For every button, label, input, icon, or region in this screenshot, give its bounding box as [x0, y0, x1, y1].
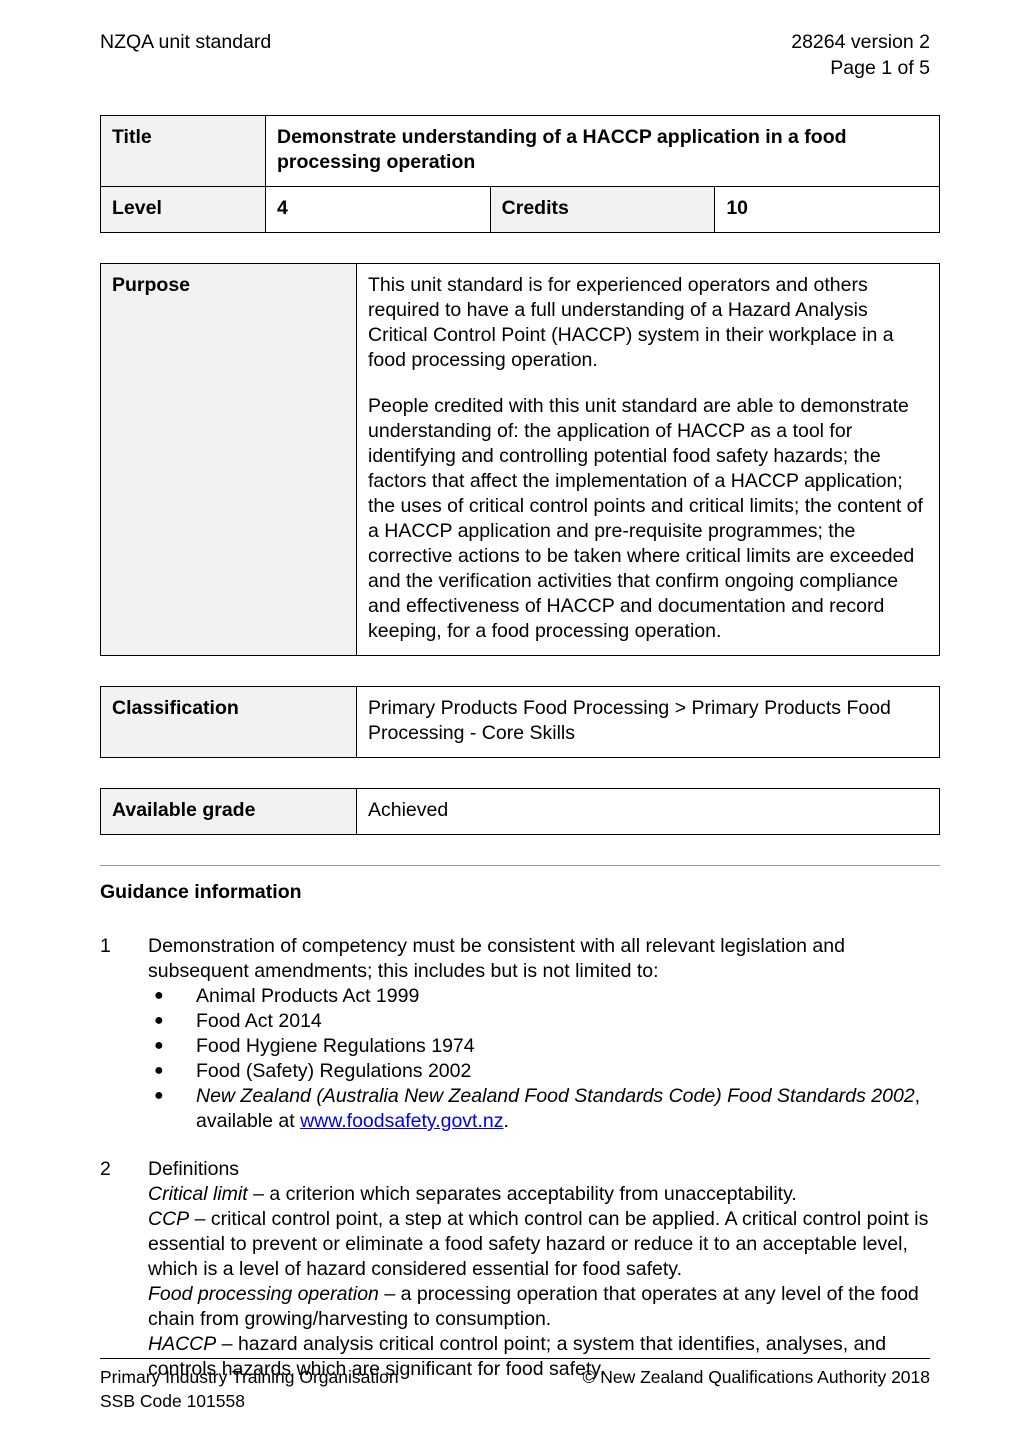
classification-label: Classification: [100, 685, 357, 758]
definitions-heading: Definitions: [148, 1158, 240, 1181]
bullet-icon: ●: [154, 1012, 164, 1030]
list-item: ● Animal Products Act 1999: [148, 984, 930, 1009]
guidance-item-1-number: 1: [100, 935, 111, 958]
purpose-paragraph-2: People credited with this unit standard …: [368, 395, 923, 642]
header-page-label: Page 1 of 5: [830, 56, 930, 79]
definition-term: Food processing operation: [148, 1282, 379, 1305]
list-item: ● Food Hygiene Regulations 1974: [148, 1034, 930, 1059]
guidance-item-2-number: 2: [100, 1158, 111, 1181]
footer-row: Primary Industry Training Organisation S…: [100, 1366, 930, 1413]
document-page: NZQA unit standard 28264 version 2 Page …: [0, 0, 1020, 1443]
footer-divider: [100, 1358, 930, 1360]
credits-value: 10: [714, 186, 940, 234]
list-item-label: Food (Safety) Regulations 2002: [196, 1060, 472, 1083]
standards-code-end: .: [503, 1110, 509, 1133]
legislation-list: ● Animal Products Act 1999 ● Food Act 20…: [148, 984, 930, 1134]
definition-text: – a criterion which separates acceptabil…: [247, 1183, 797, 1206]
definition-entry: Food processing operation – a processing…: [148, 1282, 930, 1332]
definition-term: Critical limit: [148, 1183, 248, 1206]
standards-code-title: New Zealand (Australia New Zealand Food …: [196, 1085, 915, 1108]
guidance-heading: Guidance information: [100, 880, 302, 903]
header-standard-id: 28264 version 2: [791, 31, 930, 53]
document-footer: Primary Industry Training Organisation S…: [100, 1358, 930, 1413]
definition-term: CCP: [148, 1208, 190, 1231]
level-label: Level: [100, 186, 266, 234]
list-item: ● Food (Safety) Regulations 2002: [148, 1059, 930, 1084]
table-row-classification: Classification Primary Products Food Pro…: [100, 685, 940, 758]
title-table: Title Demonstrate understanding of a HAC…: [100, 115, 940, 234]
header-left-text: NZQA unit standard: [100, 31, 272, 53]
footer-copyright: © New Zealand Qualifications Authority 2…: [582, 1367, 930, 1388]
purpose-value: This unit standard is for experienced op…: [356, 263, 940, 656]
table-row-title: Title Demonstrate understanding of a HAC…: [100, 115, 940, 188]
document-header: NZQA unit standard 28264 version 2 Page …: [100, 30, 930, 81]
guidance-item-2-body: Definitions Critical limit – a criterion…: [148, 1157, 930, 1382]
available-grade-value: Achieved: [356, 787, 940, 835]
bullet-icon: ●: [154, 1087, 164, 1105]
bullet-icon: ●: [154, 1037, 164, 1055]
footer-organisation: Primary Industry Training Organisation: [100, 1367, 399, 1388]
definition-text: – critical control point, a step at whic…: [148, 1208, 929, 1280]
guidance-item-1-body: Demonstration of competency must be cons…: [148, 934, 930, 1134]
header-right-block: 28264 version 2 Page 1 of 5: [791, 30, 930, 81]
list-item-label: Food Hygiene Regulations 1974: [196, 1035, 475, 1058]
table-row-purpose: Purpose This unit standard is for experi…: [100, 263, 940, 656]
level-value: 4: [265, 186, 491, 234]
definition-entry: Critical limit – a criterion which separ…: [148, 1182, 930, 1207]
guidance-item-1-text: Demonstration of competency must be cons…: [148, 935, 845, 983]
definition-entry: CCP – critical control point, a step at …: [148, 1207, 930, 1282]
list-item: ● Food Act 2014: [148, 1009, 930, 1034]
footer-left-block: Primary Industry Training Organisation S…: [100, 1366, 399, 1413]
title-value: Demonstrate understanding of a HACCP app…: [265, 115, 940, 188]
footer-ssb-code: SSB Code 101558: [100, 1390, 245, 1411]
list-item-label: Animal Products Act 1999: [196, 985, 420, 1008]
bullet-icon: ●: [154, 1062, 164, 1080]
purpose-paragraph-1: This unit standard is for experienced op…: [368, 274, 894, 372]
available-grade-label: Available grade: [100, 787, 357, 835]
list-item-label: Food Act 2014: [196, 1010, 322, 1033]
credits-label: Credits: [489, 186, 716, 234]
guidance-item-1: 1 Demonstration of competency must be co…: [100, 934, 930, 1134]
definition-term: HACCP: [148, 1332, 217, 1355]
table-row-available-grade: Available grade Achieved: [100, 787, 940, 835]
guidance-item-2: 2 Definitions Critical limit – a criteri…: [100, 1157, 930, 1382]
list-item-with-link: ● New Zealand (Australia New Zealand Foo…: [148, 1084, 930, 1134]
purpose-label: Purpose: [100, 263, 357, 656]
classification-table: Classification Primary Products Food Pro…: [100, 685, 940, 758]
bullet-icon: ●: [154, 987, 164, 1005]
classification-value: Primary Products Food Processing > Prima…: [356, 685, 940, 758]
footer-right-block: © New Zealand Qualifications Authority 2…: [582, 1366, 930, 1389]
purpose-table: Purpose This unit standard is for experi…: [100, 263, 940, 656]
list-item-label: New Zealand (Australia New Zealand Food …: [196, 1084, 930, 1134]
available-grade-table: Available grade Achieved: [100, 787, 940, 835]
title-label: Title: [100, 115, 266, 188]
table-row-level-credits: Level 4 Credits 10: [100, 186, 940, 234]
guidance-divider: [100, 864, 940, 866]
foodsafety-link[interactable]: www.foodsafety.govt.nz: [300, 1110, 503, 1132]
